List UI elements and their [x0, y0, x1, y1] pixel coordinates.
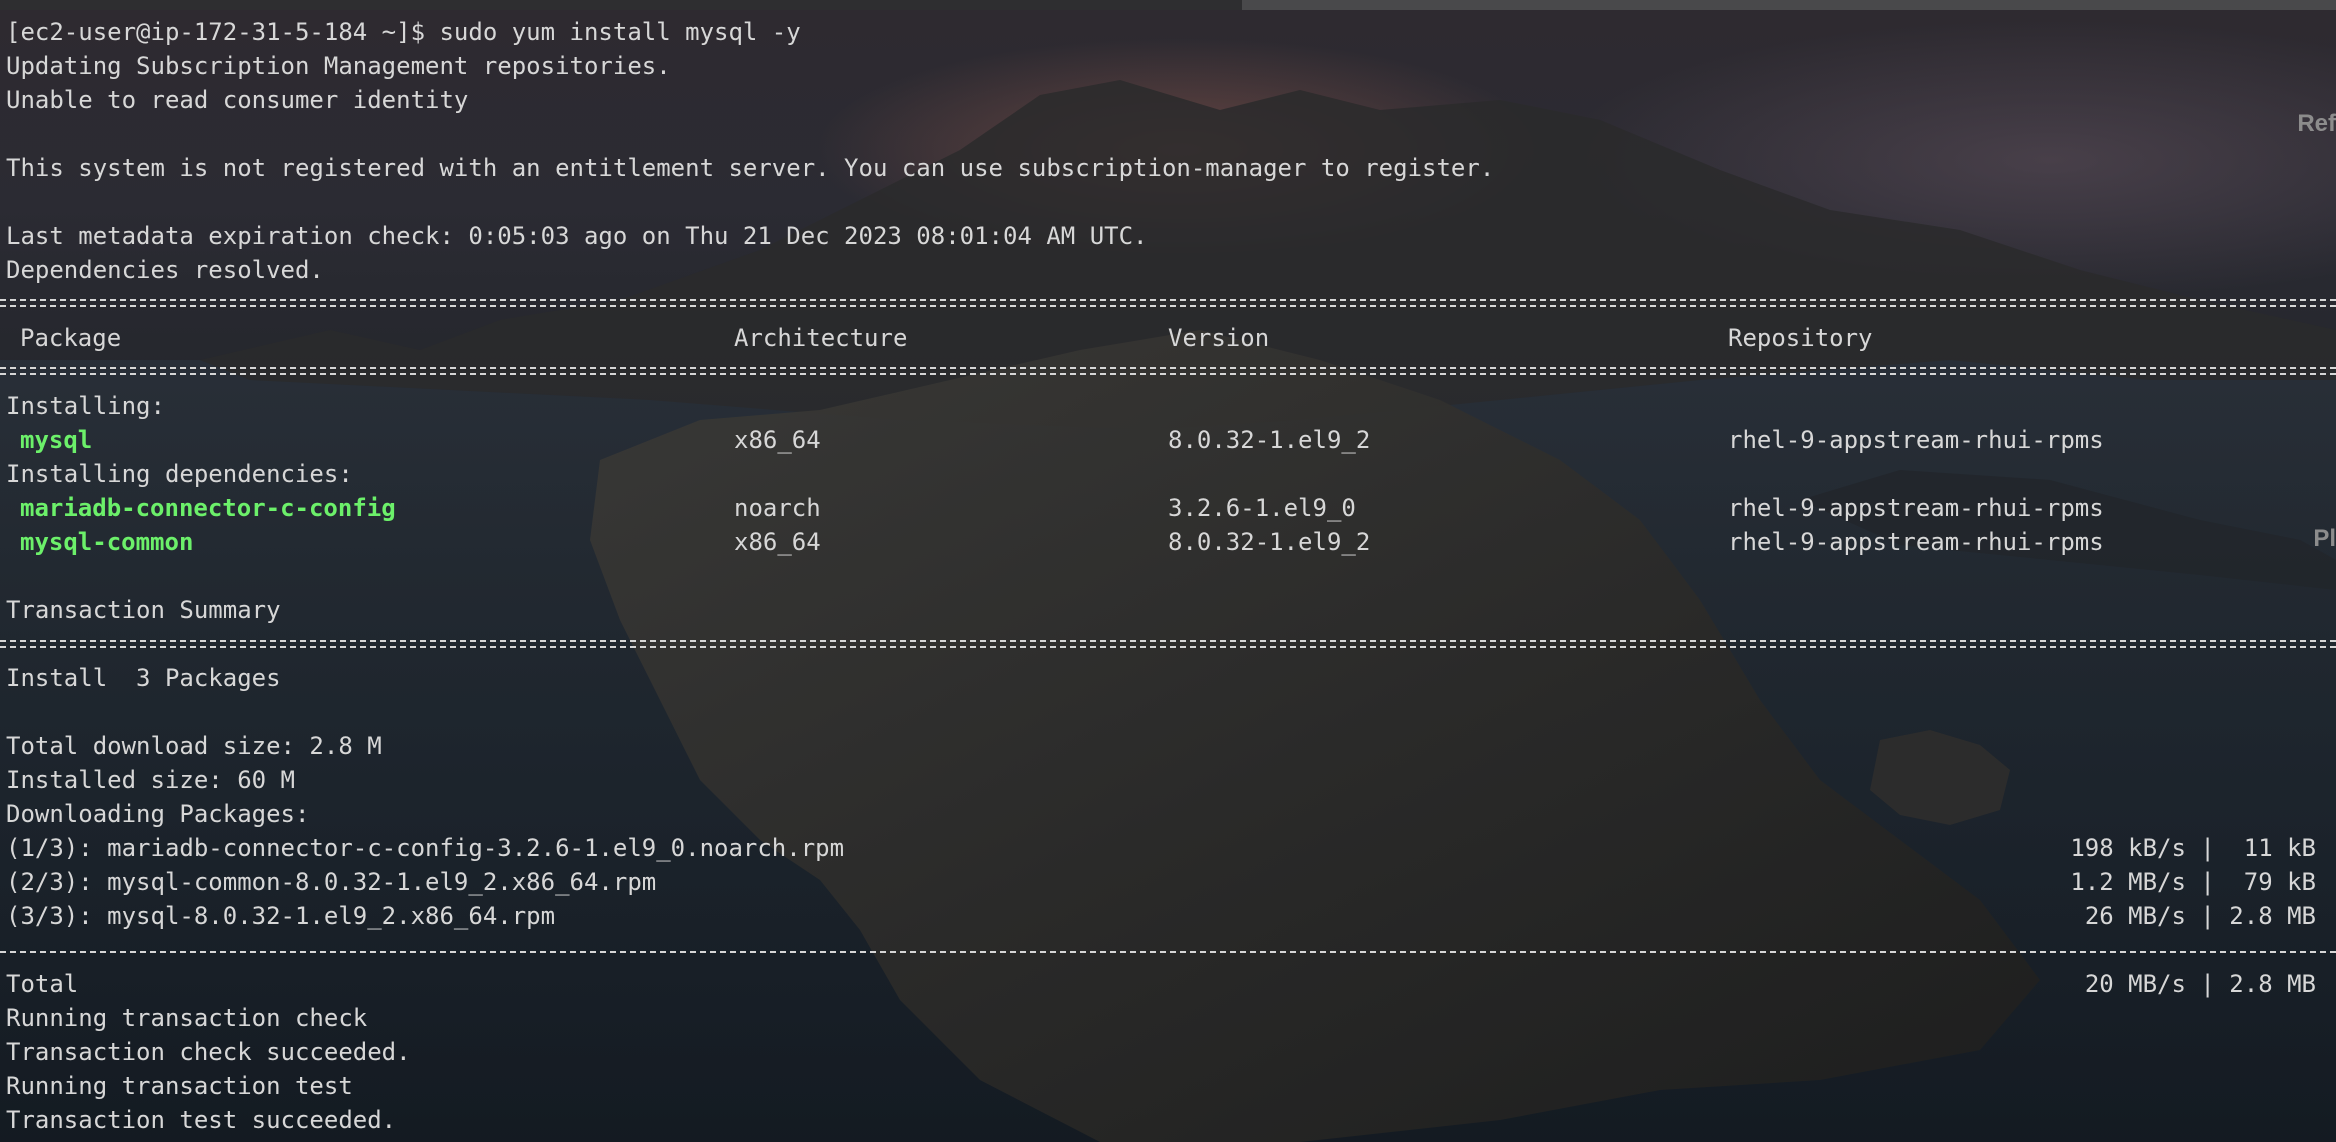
- edge-label-pl: Pl: [2313, 525, 2336, 552]
- install-count: Install 3 Packages: [6, 664, 281, 692]
- transaction-summary-heading: Transaction Summary: [6, 596, 281, 624]
- output-unable: Unable to read consumer identity: [6, 86, 469, 114]
- download-stats: 198 kB/s | 11 kB: [2070, 834, 2316, 862]
- header-version: Version: [1168, 324, 1270, 352]
- package-repo: rhel-9-appstream-rhui-rpms: [1728, 426, 2104, 454]
- separator-double: [0, 299, 2336, 307]
- package-version: 3.2.6-1.el9_0: [1168, 494, 1356, 522]
- table-header-row: Package Architecture Version Repository: [6, 322, 2336, 354]
- output-check-succeeded: Transaction check succeeded.: [6, 1038, 411, 1066]
- package-version: 8.0.32-1.el9_2: [1168, 528, 1371, 556]
- download-file: (3/3): mysql-8.0.32-1.el9_2.x86_64.rpm: [6, 902, 556, 930]
- edge-label-ref: Ref: [2297, 110, 2336, 137]
- package-name: mariadb-connector-c-config: [20, 494, 396, 522]
- header-repository: Repository: [1728, 324, 1873, 352]
- output-updating: Updating Subscription Management reposit…: [6, 52, 671, 80]
- download-file: (2/3): mysql-common-8.0.32-1.el9_2.x86_6…: [6, 868, 657, 896]
- deps-label: Installing dependencies:: [6, 460, 353, 488]
- total-label: Total: [6, 970, 79, 998]
- download-stats: 26 MB/s | 2.8 MB: [2084, 902, 2316, 930]
- package-repo: rhel-9-appstream-rhui-rpms: [1728, 494, 2104, 522]
- output-deps-resolved: Dependencies resolved.: [6, 256, 324, 284]
- package-repo: rhel-9-appstream-rhui-rpms: [1728, 528, 2104, 556]
- table-row: mysql x86_64 8.0.32-1.el9_2 rhel-9-appst…: [6, 424, 2336, 456]
- table-row: mariadb-connector-c-config noarch 3.2.6-…: [6, 492, 2336, 524]
- table-row: mysql-common x86_64 8.0.32-1.el9_2 rhel-…: [6, 526, 2336, 558]
- package-arch: noarch: [734, 494, 821, 522]
- download-file: (1/3): mariadb-connector-c-config-3.2.6-…: [6, 834, 845, 862]
- package-name: mysql: [20, 426, 93, 454]
- separator-single: [0, 951, 2336, 953]
- package-arch: x86_64: [734, 426, 821, 454]
- header-architecture: Architecture: [734, 324, 908, 352]
- installing-label: Installing:: [6, 392, 165, 420]
- downloading-label: Downloading Packages:: [6, 800, 310, 828]
- output-metadata: Last metadata expiration check: 0:05:03 …: [6, 222, 1148, 250]
- output-running-check: Running transaction check: [6, 1004, 368, 1032]
- separator-double: [0, 640, 2336, 648]
- prompt-line: [ec2-user@ip-172-31-5-184 ~]$ sudo yum i…: [6, 18, 801, 46]
- package-arch: x86_64: [734, 528, 821, 556]
- output-running-test: Running transaction test: [6, 1072, 353, 1100]
- installed-size: Installed size: 60 M: [6, 766, 295, 794]
- header-package: Package: [20, 324, 122, 352]
- output-test-succeeded: Transaction test succeeded.: [6, 1106, 397, 1134]
- download-stats: 1.2 MB/s | 79 kB: [2070, 868, 2316, 896]
- separator-double: [0, 367, 2336, 375]
- package-name: mysql-common: [20, 528, 194, 556]
- terminal-window[interactable]: [ec2-user@ip-172-31-5-184 ~]$ sudo yum i…: [0, 0, 2336, 1142]
- package-version: 8.0.32-1.el9_2: [1168, 426, 1371, 454]
- output-not-registered: This system is not registered with an en…: [6, 154, 1495, 182]
- total-stats: 20 MB/s | 2.8 MB: [2084, 970, 2316, 998]
- total-download-size: Total download size: 2.8 M: [6, 732, 382, 760]
